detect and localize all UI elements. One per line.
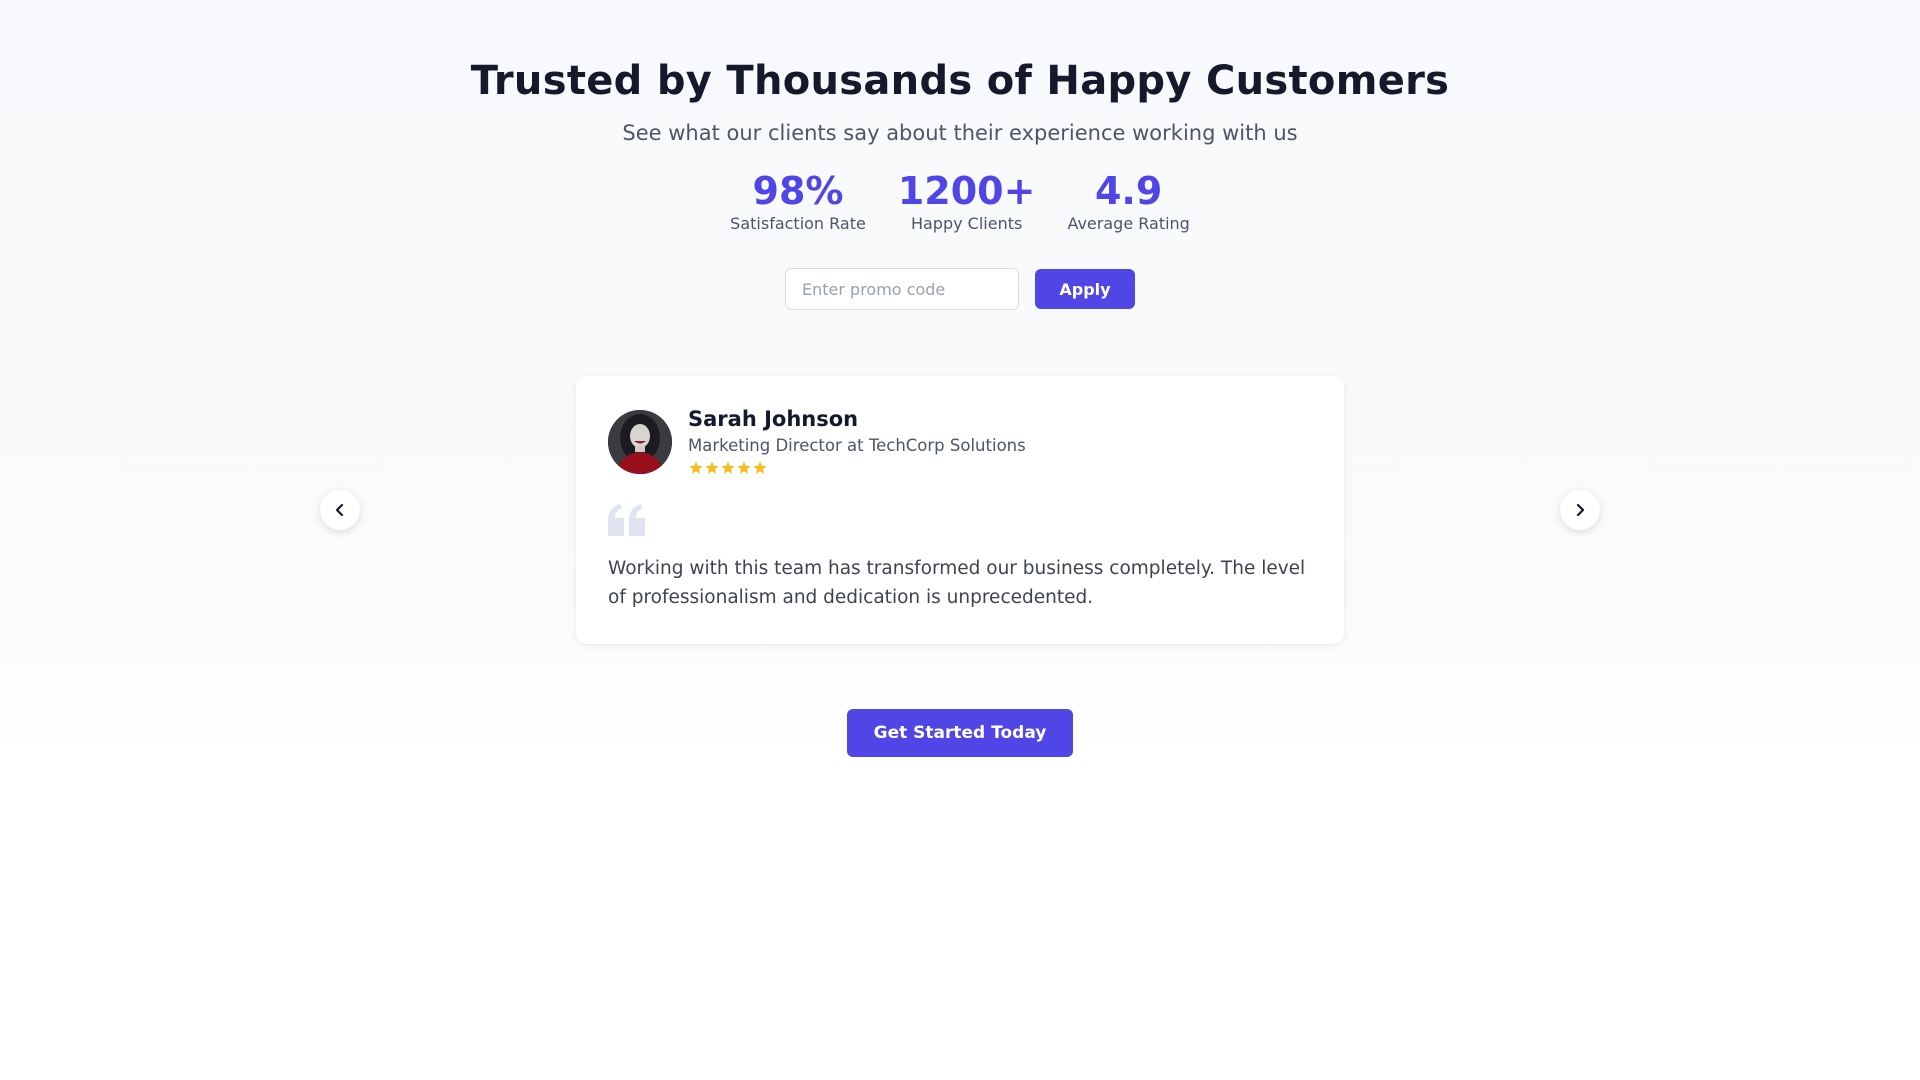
promo-form: Apply xyxy=(0,268,1920,310)
testimonial-quote: Working with this team has transformed o… xyxy=(608,558,1306,608)
star-rating xyxy=(688,460,768,476)
stat-value: 1200+ xyxy=(897,169,1036,213)
star-icon xyxy=(721,461,735,474)
stat-rating: 4.9 Average Rating xyxy=(1059,168,1197,234)
stat-satisfaction: 98% Satisfaction Rate xyxy=(722,168,874,234)
stat-value: 4.9 xyxy=(1094,169,1163,213)
stat-clients: 1200+ Happy Clients xyxy=(890,168,1044,234)
chevron-right-icon xyxy=(1576,503,1585,517)
stat-label: Average Rating xyxy=(1067,214,1190,233)
stats-row: 98% Satisfaction Rate 1200+ Happy Client… xyxy=(0,168,1920,234)
page-subtitle: See what our clients say about their exp… xyxy=(622,121,1298,145)
star-icon xyxy=(689,461,703,474)
testimonial-card: Sarah Johnson Marketing Director at Tech… xyxy=(576,376,1344,644)
star-icon xyxy=(753,461,767,474)
avatar xyxy=(608,410,672,474)
get-started-button[interactable]: Get Started Today xyxy=(847,709,1073,757)
star-icon xyxy=(705,461,719,474)
apply-button[interactable]: Apply xyxy=(1035,269,1135,309)
page-title: Trusted by Thousands of Happy Customers xyxy=(470,58,1450,104)
avatar-portrait xyxy=(608,410,672,474)
quote-icon xyxy=(608,504,645,536)
chevron-left-icon xyxy=(335,503,344,517)
stat-label: Happy Clients xyxy=(910,214,1023,233)
carousel-prev-button[interactable] xyxy=(320,490,360,530)
carousel-next-button[interactable] xyxy=(1560,490,1600,530)
stat-label: Satisfaction Rate xyxy=(730,214,866,233)
star-icon xyxy=(737,461,751,474)
reviewer-name: Sarah Johnson xyxy=(688,407,859,431)
stat-value: 98% xyxy=(752,169,844,213)
promo-code-input[interactable] xyxy=(785,268,1019,310)
reviewer-role: Marketing Director at TechCorp Solutions xyxy=(688,436,1026,455)
